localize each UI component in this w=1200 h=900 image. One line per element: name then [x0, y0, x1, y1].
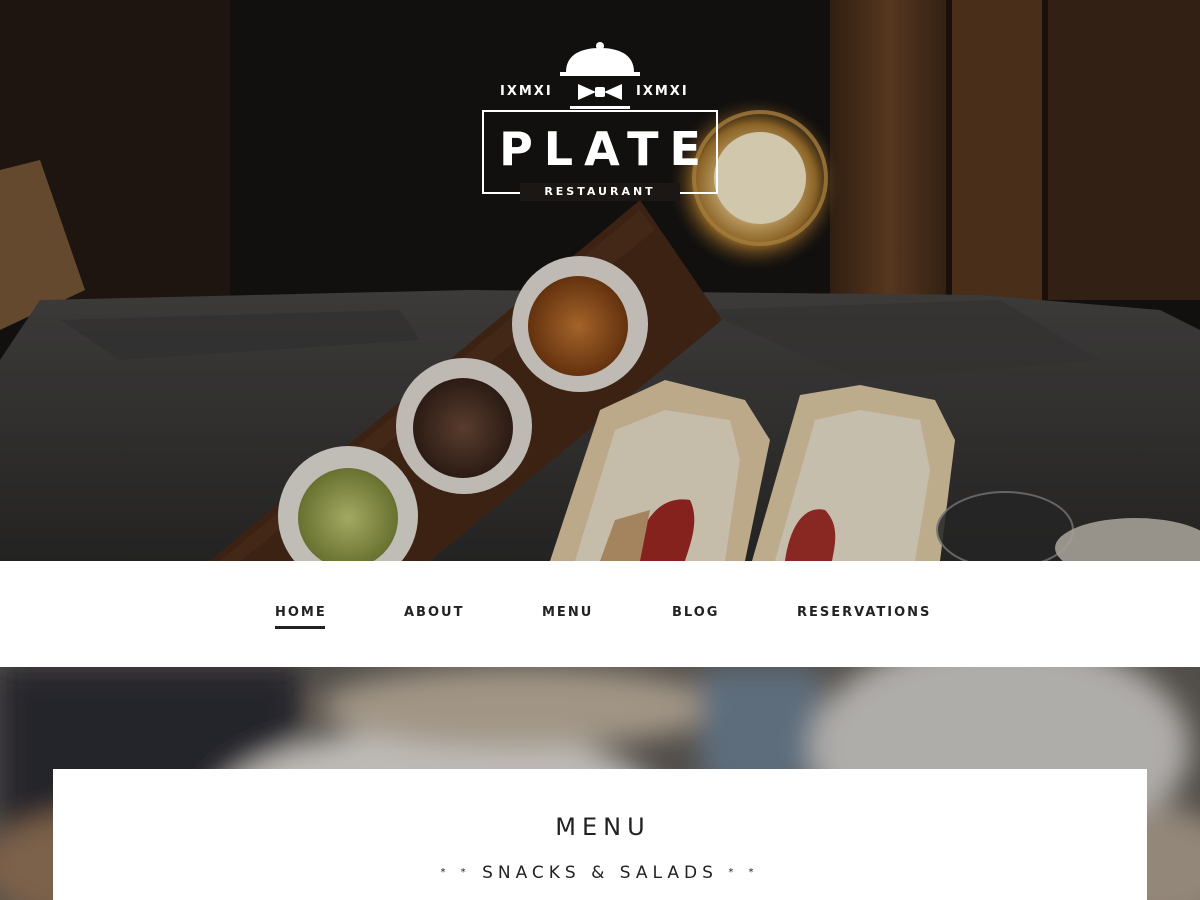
logo-year-right: IXMXI: [636, 84, 689, 99]
main-navigation: HOME ABOUT MENU BLOG RESERVATIONS: [0, 561, 1200, 667]
menu-subtitle: SNACKS & SALADS: [482, 863, 718, 883]
restaurant-logo[interactable]: IXMXI IXMXI PLATE RESTAURANT: [480, 40, 720, 202]
nav-reservations[interactable]: RESERVATIONS: [797, 605, 931, 620]
logo-tagline: RESTAURANT: [520, 183, 680, 201]
nav-menu[interactable]: MENU: [542, 605, 593, 620]
logo-year-left: IXMXI: [500, 84, 553, 99]
hero-banner: IXMXI IXMXI PLATE RESTAURANT: [0, 0, 1200, 561]
menu-title: MENU: [555, 813, 651, 841]
nav-about[interactable]: ABOUT: [404, 605, 464, 620]
nav-home[interactable]: HOME: [275, 605, 327, 629]
logo-name: PLATE: [499, 122, 712, 176]
ornament-left: * *: [440, 867, 472, 878]
cloche-bowtie-icon: [560, 42, 640, 109]
ornament-right: * *: [728, 867, 760, 878]
menu-subtitle-row: * * SNACKS & SALADS * *: [53, 863, 1147, 883]
menu-card: MENU * * SNACKS & SALADS * *: [53, 769, 1147, 900]
nav-blog[interactable]: BLOG: [672, 605, 719, 620]
